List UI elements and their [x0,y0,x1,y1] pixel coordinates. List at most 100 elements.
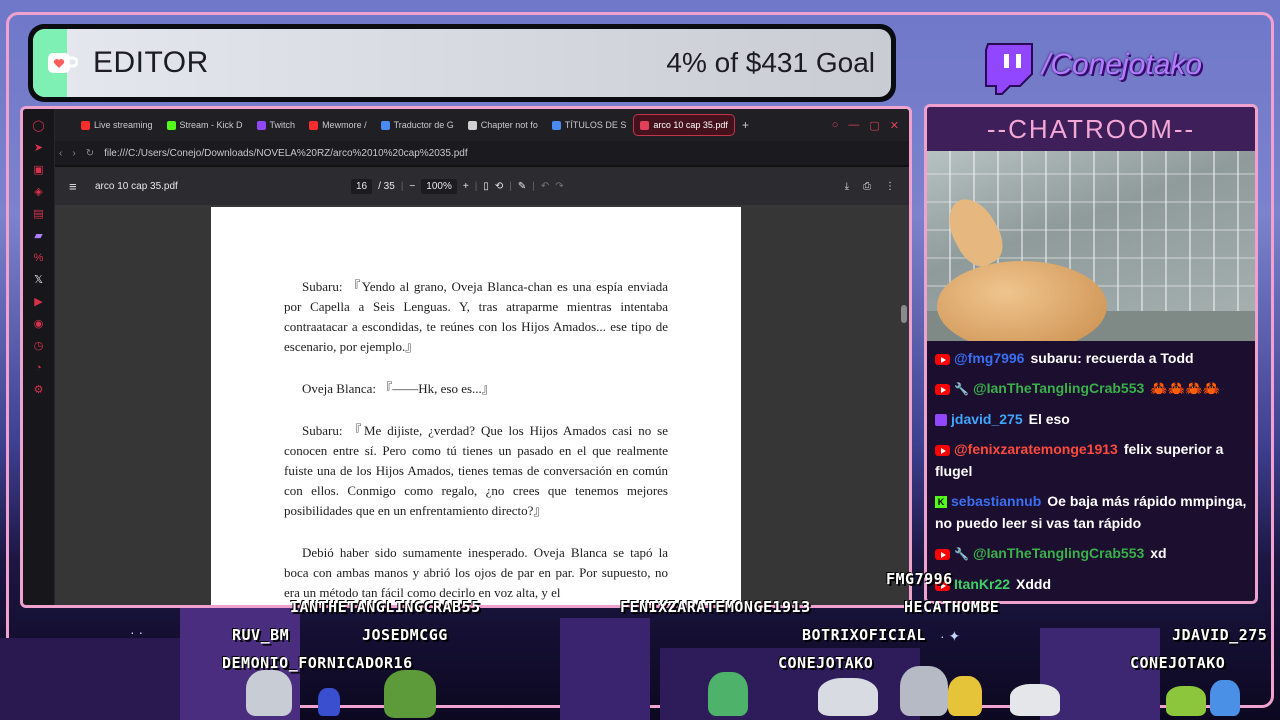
viewer-name: FENIXZARATEMONGE1913 [620,598,811,616]
sprite-steel [246,670,292,716]
chat-text: subaru: recuerda a Todd [1030,350,1194,366]
youtube-icon [935,444,950,456]
browser-tab[interactable]: Twitch [251,115,302,135]
rotate-icon[interactable]: ⟲ [495,181,503,192]
pdf-viewer[interactable]: Subaru: 『Yendo al grano, Oveja Blanca-ch… [55,205,909,605]
browser-tab[interactable]: Live streaming [75,115,159,135]
kick-icon: K [935,496,947,509]
viewer-stage: · · · ✦ FMG7996 IANTHETANGLINGCRAB55 FEN… [0,570,1280,720]
chat-text: Xddd [1016,576,1052,592]
chat-message: ItanKr22 Xddd [935,573,1247,595]
sidebar-bag-icon[interactable]: ▣ [33,163,43,177]
sidebar-play-icon[interactable]: ◉ [34,317,44,331]
browser-tab[interactable]: arco 10 cap 35.pdf [633,114,735,136]
viewer-name: CONEJOTAKO [1130,654,1226,672]
pdf-icon [640,120,650,130]
sidebar-settings-icon[interactable]: ⚙ [34,383,44,397]
chat-messages: @fmg7996 subaru: recuerda a Todd 🔧 @IanTheT… [927,341,1255,601]
bunny-body [937,261,1107,341]
youtube-icon [81,120,90,130]
print-icon[interactable]: ⎙ [863,181,871,192]
sprite-green-2 [1166,686,1206,716]
sprite-yellow [948,676,982,716]
reload-icon[interactable]: ↻ [86,148,94,159]
sprite-dragon [708,672,748,716]
viewer-name: JDAVID_275 [1172,626,1268,644]
page-icon [467,120,477,130]
zoom-level[interactable]: 100% [421,178,457,194]
pdf-filename: arco 10 cap 35.pdf [95,180,178,192]
kofi-cup-icon [45,46,79,80]
sidebar-youtube-icon[interactable]: ▶ [34,295,42,309]
chat-username[interactable]: @IanTheTanglingCrab553 [973,545,1144,561]
sprite-steel-2 [900,666,948,716]
viewer-name: CONEJOTAKO [778,654,874,672]
back-icon[interactable]: ‹ [59,148,62,159]
browser-tab[interactable]: TÍTULOS DE S [546,115,633,135]
download-icon[interactable]: ⤓ [845,181,849,192]
youtube-icon [935,353,950,365]
chatroom-title: --CHATROOM-- [927,107,1255,151]
zoom-out-icon[interactable]: − [409,181,415,192]
scrollbar-thumb[interactable] [901,305,907,323]
sidebar-clock-icon[interactable]: ◷ [34,339,44,353]
sidebar-twitch-icon[interactable]: ▰ [34,229,42,243]
page-number-input[interactable]: 16 [351,178,373,194]
chat-username[interactable]: @fenixzaratemonge1913 [954,441,1118,457]
fit-page-icon[interactable]: ▯ [483,181,489,192]
forward-icon[interactable]: › [72,148,75,159]
opera-logo-icon[interactable]: ◯ [32,119,44,133]
url-field[interactable]: file:///C:/Users/Conejo/Downloads/NOVELA… [104,148,468,159]
sidebar-arrow-icon[interactable]: ➤ [34,141,43,155]
wrench-icon: 🔧 [954,547,969,561]
undo-icon[interactable]: ↶ [541,181,549,192]
chat-username[interactable]: jdavid_275 [951,411,1023,427]
sidebar-music-icon[interactable]: ◈ [34,185,42,199]
sidebar-tv-icon[interactable]: ▤ [33,207,43,221]
browser-tab[interactable]: Chapter not fo [462,115,544,135]
sidebar-history-icon[interactable]: ◔ [35,361,42,375]
tab-label: arco 10 cap 35.pdf [653,120,728,130]
more-icon[interactable]: ⋮ [885,181,895,192]
chat-username[interactable]: ItanKr22 [954,576,1010,592]
wrench-icon: 🔧 [954,382,969,396]
draw-icon[interactable]: ✎ [518,181,526,192]
opera-sidebar: ◯ ➤ ▣ ◈ ▤ ▰ % 𝕏 ▶ ◉ ◷ ◔ ⚙ [23,109,55,605]
maximize-icon[interactable]: ▢ [869,119,879,132]
chat-username[interactable]: @fmg7996 [954,350,1024,366]
translate-icon [380,120,390,130]
redo-icon[interactable]: ↷ [555,181,563,192]
window-controls: ○ — ▢ ✕ [832,119,909,132]
youtube-icon [935,383,950,395]
sidebar-percent-icon[interactable]: % [34,251,44,265]
search-icon[interactable]: ○ [832,119,839,132]
browser-tab[interactable]: Mewmore / [303,115,373,135]
zoom-in-icon[interactable]: + [463,181,469,192]
channel-handle: /Conejotako [1042,48,1203,81]
viewer-name: BOTRIXOFICIAL [802,626,926,644]
viewer-name: JOSEDMCGG [362,626,448,644]
chat-text: 🦀🦀🦀🦀 [1150,380,1220,396]
twitch-icon [256,120,266,130]
page-total: / 35 [378,180,395,192]
minimize-icon[interactable]: — [848,119,859,132]
pdf-actions: ⤓ ⎙ ⋮ [845,181,895,192]
chat-message: jdavid_275 El eso [935,408,1247,430]
browser-tab[interactable]: Stream - Kick D [161,115,249,135]
new-tab-button[interactable]: + [742,118,749,132]
browser-tab[interactable]: Traductor de G [375,115,460,135]
chat-message: 🔧 @IanTheTanglingCrab553 xd [935,542,1247,565]
chat-text: xd [1150,545,1167,561]
pdf-toolbar: ≡ arco 10 cap 35.pdf 16 / 35 | − 100% + … [55,167,909,205]
youtube-icon [935,548,950,560]
close-icon[interactable]: ✕ [890,119,899,132]
kick-icon [166,120,176,130]
tab-list: Live streaming Stream - Kick D Twitch Mewmo… [75,114,736,136]
twitch-logo-icon [980,40,1036,96]
chat-username[interactable]: @IanTheTanglingCrab553 [973,380,1144,396]
donation-goal-bar: EDITOR 4% of $431 Goal [28,24,896,102]
menu-icon[interactable]: ≡ [69,179,77,194]
sidebar-x-icon[interactable]: 𝕏 [34,273,43,287]
chat-username[interactable]: sebastiannub [951,493,1041,509]
doc-icon [551,120,561,130]
